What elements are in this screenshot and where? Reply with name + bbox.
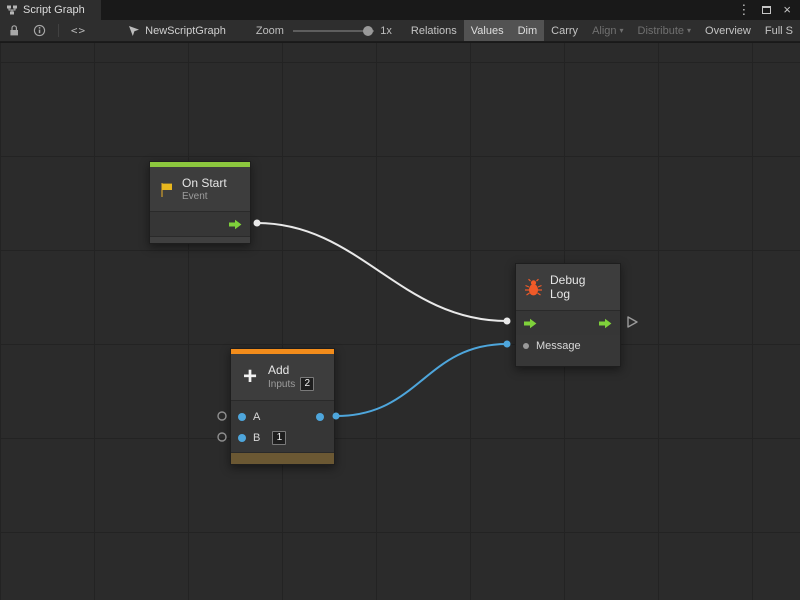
toolbar-buttons: Relations Values Dim Carry Align ▾ Distr…	[404, 20, 800, 41]
dim-button[interactable]: Dim	[511, 20, 545, 41]
fullscreen-button[interactable]: Full S	[758, 20, 800, 41]
node-selected-footer	[231, 452, 334, 464]
port-b-label: B	[253, 432, 260, 444]
node-add[interactable]: + Add Inputs 2 A B 1	[230, 348, 335, 465]
flow-input-port[interactable]	[524, 318, 537, 329]
inputs-count-field[interactable]: 2	[300, 377, 314, 391]
port-b-unconnected-indicator[interactable]	[218, 433, 226, 441]
toolbar-divider	[58, 24, 59, 37]
tab-title: Script Graph	[23, 4, 85, 16]
port-a-input[interactable]	[238, 413, 246, 421]
flow-output-port[interactable]	[229, 219, 242, 230]
relations-button[interactable]: Relations	[404, 20, 464, 41]
flow-wire-onstart-to-debuglog[interactable]	[257, 223, 507, 321]
node-title: On Start	[182, 176, 227, 190]
message-port-label: Message	[536, 340, 581, 352]
align-button[interactable]: Align ▾	[585, 20, 630, 41]
wire-layer	[0, 43, 800, 600]
flag-icon	[158, 181, 175, 198]
chevron-down-icon: ▾	[620, 26, 624, 35]
node-on-start[interactable]: On Start Event	[149, 161, 251, 244]
graph-canvas[interactable]: On Start Event Debu	[0, 43, 800, 600]
wire-endpoint[interactable]	[504, 341, 511, 348]
zoom-slider-handle[interactable]	[363, 26, 373, 36]
titlebar: Script Graph ⋮ ×	[0, 0, 800, 20]
distribute-button[interactable]: Distribute ▾	[631, 20, 698, 41]
plus-icon: +	[239, 365, 261, 389]
zoom-label: Zoom	[256, 25, 284, 37]
node-title: Add	[268, 363, 314, 377]
port-a-unconnected-indicator[interactable]	[218, 412, 226, 420]
zoom-value: 1x	[380, 25, 392, 37]
window-controls: ⋮ ×	[737, 0, 800, 20]
inputs-label: Inputs	[268, 378, 295, 391]
graph-asset-icon	[128, 25, 140, 37]
port-b-input[interactable]	[238, 434, 246, 442]
node-subtitle: Log	[550, 287, 585, 301]
wire-endpoint[interactable]	[504, 318, 511, 325]
tab-script-graph[interactable]: Script Graph	[0, 0, 101, 20]
overview-button[interactable]: Overview	[698, 20, 758, 41]
data-wire-add-to-message[interactable]	[336, 344, 507, 416]
values-button[interactable]: Values	[464, 20, 511, 41]
maximize-icon[interactable]	[762, 0, 771, 20]
menu-icon[interactable]: ⋮	[737, 0, 750, 20]
add-result-output-port[interactable]	[316, 413, 324, 421]
port-b-value-field[interactable]: 1	[272, 431, 286, 445]
info-icon[interactable]	[33, 24, 46, 37]
close-icon[interactable]: ×	[783, 0, 791, 20]
flow-continue-indicator[interactable]	[628, 317, 637, 327]
graph-name[interactable]: NewScriptGraph	[145, 25, 226, 37]
maximize-box	[762, 6, 771, 14]
graph-toolbar: <> NewScriptGraph Zoom 1x Relations Valu…	[0, 20, 800, 42]
node-footer	[150, 237, 250, 243]
message-input-port[interactable]	[523, 343, 529, 349]
node-debug-log[interactable]: Debug Log Message	[515, 263, 621, 367]
script-graph-tab-icon	[6, 4, 18, 16]
lock-icon[interactable]	[8, 24, 20, 37]
flow-output-port[interactable]	[599, 318, 612, 329]
node-footer	[516, 356, 620, 366]
bug-icon	[524, 278, 543, 297]
zoom-slider[interactable]	[293, 30, 374, 32]
node-title: Debug	[550, 273, 585, 287]
wire-endpoint[interactable]	[254, 220, 261, 227]
node-subtitle: Event	[182, 190, 227, 203]
port-a-label: A	[253, 411, 260, 423]
code-icon[interactable]: <>	[71, 24, 86, 37]
chevron-down-icon: ▾	[687, 26, 691, 35]
carry-button[interactable]: Carry	[544, 20, 585, 41]
